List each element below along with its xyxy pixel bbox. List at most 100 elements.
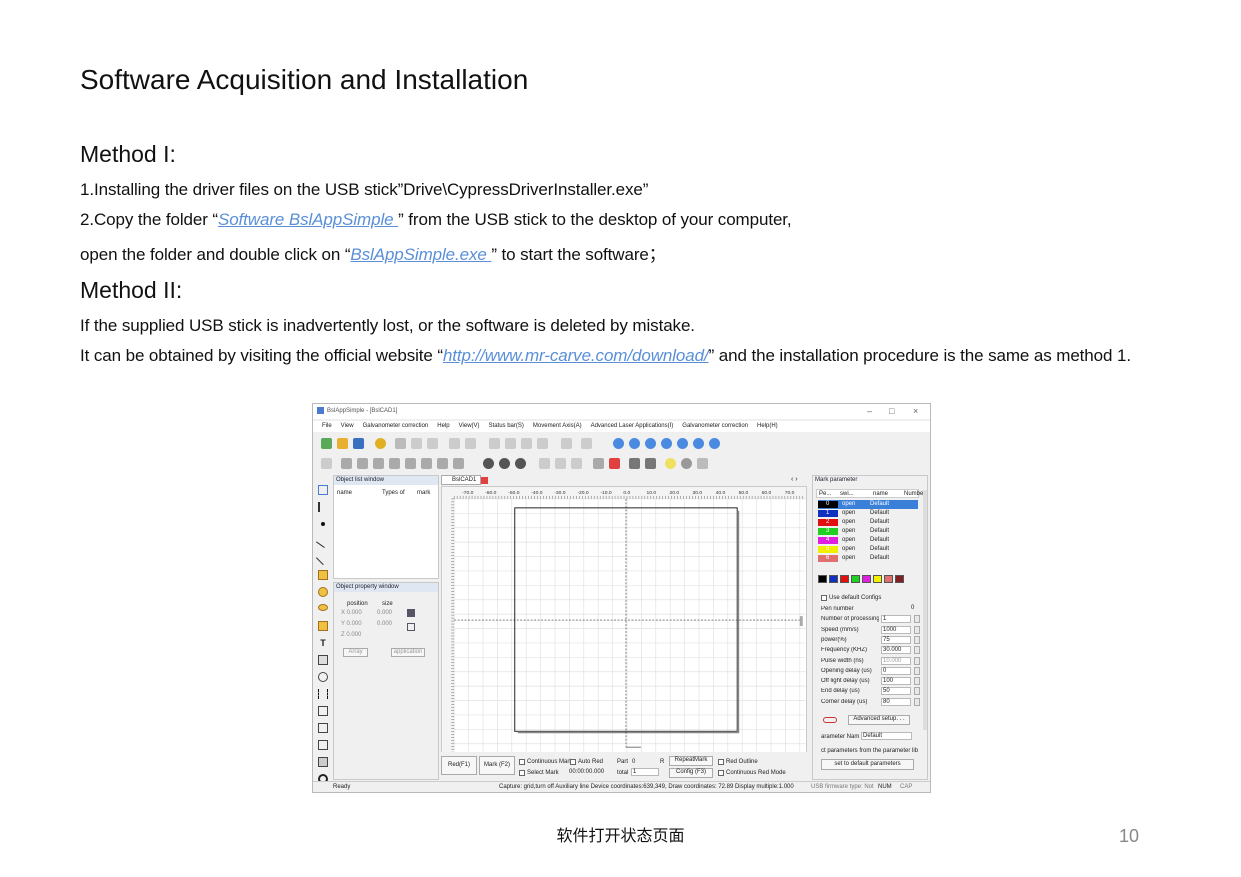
anchor-icon[interactable] bbox=[407, 623, 415, 631]
spinner-icon[interactable] bbox=[914, 666, 920, 675]
select-arrow-icon[interactable] bbox=[318, 485, 328, 495]
exe-link[interactable]: BslAppSimple.exe bbox=[350, 245, 491, 264]
pen-row[interactable]: 3 open Default bbox=[818, 527, 918, 536]
pen-row[interactable]: 6 open Default bbox=[818, 554, 918, 563]
pen-row[interactable]: 2 open Default bbox=[818, 518, 918, 527]
paste-icon[interactable] bbox=[427, 438, 438, 449]
param-value[interactable]: 10.000 bbox=[881, 656, 911, 665]
save-icon[interactable] bbox=[353, 438, 364, 449]
menu-item-9[interactable]: Help(H) bbox=[757, 423, 778, 429]
swatch[interactable] bbox=[851, 575, 860, 583]
polygon-icon[interactable] bbox=[318, 621, 328, 631]
rectangle-icon[interactable] bbox=[318, 570, 328, 580]
param-value[interactable]: 1000 bbox=[881, 625, 911, 634]
align-bottom-icon[interactable] bbox=[389, 458, 400, 469]
param-value[interactable]: 50 bbox=[881, 687, 911, 696]
op-b-icon[interactable] bbox=[499, 458, 510, 469]
x-size-field[interactable]: 0.000 bbox=[377, 610, 392, 616]
curve-icon[interactable] bbox=[315, 550, 331, 566]
align-center-icon[interactable] bbox=[405, 458, 416, 469]
download-link[interactable]: http://www.mr-carve.com/download/ bbox=[443, 346, 709, 365]
text-icon[interactable]: T bbox=[318, 638, 328, 648]
new-icon[interactable] bbox=[321, 438, 332, 449]
spinner-icon[interactable] bbox=[914, 615, 920, 624]
menu-item-0[interactable]: File bbox=[322, 423, 332, 429]
menu-item-7[interactable]: Advanced Laser Applications(I) bbox=[591, 423, 674, 429]
align-right-icon[interactable] bbox=[357, 458, 368, 469]
swatch[interactable] bbox=[829, 575, 838, 583]
param-value[interactable]: 30.000 bbox=[881, 646, 911, 655]
swatch[interactable] bbox=[873, 575, 882, 583]
op-c-icon[interactable] bbox=[515, 458, 526, 469]
redo-icon[interactable] bbox=[465, 438, 476, 449]
continuous-red-checkbox[interactable] bbox=[718, 770, 724, 776]
op-g-icon[interactable] bbox=[593, 458, 604, 469]
red-button[interactable]: Red(F1) bbox=[441, 756, 477, 775]
color-icon[interactable] bbox=[609, 458, 620, 469]
delay-icon[interactable] bbox=[318, 757, 328, 767]
open-icon[interactable] bbox=[337, 438, 348, 449]
eye-icon[interactable] bbox=[681, 458, 692, 469]
menu-item-3[interactable]: Help bbox=[437, 423, 449, 429]
zoom-page-icon[interactable] bbox=[693, 438, 704, 449]
param-value[interactable]: 0 bbox=[881, 666, 911, 675]
spinner-icon[interactable] bbox=[914, 687, 920, 696]
select-mark-checkbox[interactable] bbox=[519, 770, 525, 776]
menu-item-8[interactable]: Galvanometer correction bbox=[682, 423, 748, 429]
pen-row[interactable]: 0 open Default bbox=[818, 500, 918, 509]
op-d-icon[interactable] bbox=[539, 458, 550, 469]
zoom-in-icon[interactable] bbox=[613, 438, 624, 449]
config-button[interactable]: Config (F3) bbox=[669, 768, 713, 778]
vector-icon[interactable] bbox=[318, 672, 328, 682]
swatch[interactable] bbox=[840, 575, 849, 583]
op-h-icon[interactable] bbox=[629, 458, 640, 469]
spinner-icon[interactable] bbox=[914, 625, 920, 634]
image-icon[interactable] bbox=[318, 655, 328, 665]
array-button[interactable]: Array bbox=[343, 648, 368, 657]
minimize-icon[interactable]: – bbox=[867, 406, 872, 416]
menu-item-2[interactable]: Galvanometer correction bbox=[363, 423, 429, 429]
output-port-icon[interactable] bbox=[318, 740, 328, 750]
op-i-icon[interactable] bbox=[645, 458, 656, 469]
lock-icon[interactable] bbox=[407, 609, 415, 617]
total-field[interactable]: 1 bbox=[631, 768, 659, 776]
op-e-icon[interactable] bbox=[555, 458, 566, 469]
z-field[interactable]: Z 0.000 bbox=[341, 632, 361, 638]
op-j-icon[interactable] bbox=[697, 458, 708, 469]
line-icon[interactable] bbox=[316, 534, 330, 548]
node-edit-icon[interactable] bbox=[318, 502, 328, 512]
circle-icon[interactable] bbox=[318, 587, 328, 597]
autored-checkbox[interactable] bbox=[570, 759, 576, 765]
spinner-icon[interactable] bbox=[914, 646, 920, 655]
distribute-h-icon[interactable] bbox=[437, 458, 448, 469]
tool-d-icon[interactable] bbox=[537, 438, 548, 449]
tab-bslcad1[interactable]: BslCAD1 bbox=[441, 475, 481, 485]
tool-f-icon[interactable] bbox=[581, 438, 592, 449]
reset-part-button[interactable]: R bbox=[660, 759, 664, 765]
menu-item-1[interactable]: View bbox=[341, 423, 354, 429]
maximize-icon[interactable]: □ bbox=[889, 406, 894, 416]
set-default-button[interactable]: set to default parameters bbox=[821, 759, 914, 770]
barcode-icon[interactable] bbox=[318, 689, 328, 699]
spinner-icon[interactable] bbox=[914, 656, 920, 665]
op-f-icon[interactable] bbox=[571, 458, 582, 469]
use-default-checkbox[interactable] bbox=[821, 595, 827, 601]
ellipse-icon[interactable] bbox=[318, 604, 328, 611]
swatch[interactable] bbox=[884, 575, 893, 583]
spinner-icon[interactable] bbox=[914, 697, 920, 706]
tool-a-icon[interactable] bbox=[489, 438, 500, 449]
spinner-icon[interactable] bbox=[914, 677, 920, 686]
y-size-field[interactable]: 0.000 bbox=[377, 621, 392, 627]
tool-c-icon[interactable] bbox=[521, 438, 532, 449]
cut-icon[interactable] bbox=[395, 438, 406, 449]
param-value[interactable]: 100 bbox=[881, 677, 911, 686]
spinner-icon[interactable] bbox=[914, 635, 920, 644]
pen-row[interactable]: 1 open Default bbox=[818, 509, 918, 518]
gear-icon[interactable] bbox=[375, 438, 386, 449]
x-field[interactable]: X 0.000 bbox=[341, 610, 362, 616]
tool-e-icon[interactable] bbox=[561, 438, 572, 449]
close-icon[interactable]: × bbox=[913, 406, 918, 416]
menu-item-5[interactable]: Status bar(S) bbox=[489, 423, 524, 429]
align-top-icon[interactable] bbox=[373, 458, 384, 469]
pen-row[interactable]: 5 open Default bbox=[818, 545, 918, 554]
